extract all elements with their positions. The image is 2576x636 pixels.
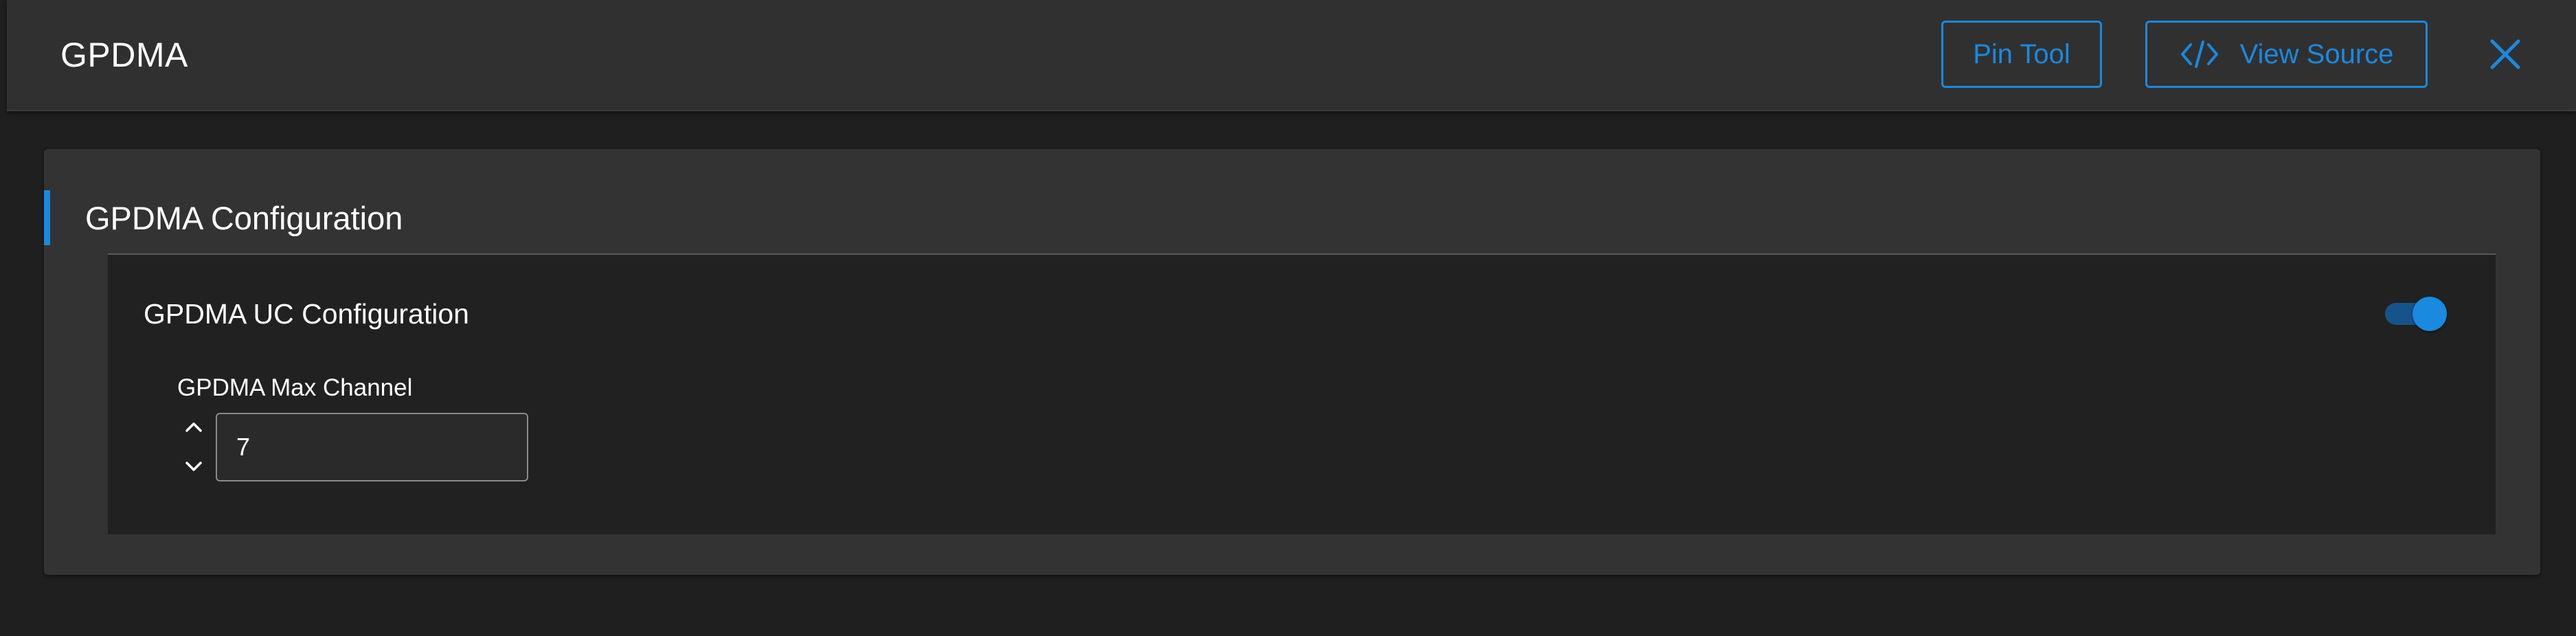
pin-tool-button[interactable]: Pin Tool bbox=[1941, 21, 2102, 88]
uc-configuration-toggle[interactable] bbox=[2385, 295, 2447, 334]
top-bar: GPDMA Pin Tool View Source bbox=[7, 0, 2576, 111]
section-title: GPDMA Configuration bbox=[85, 200, 403, 236]
toggle-thumb bbox=[2413, 297, 2447, 331]
decrement-chevron-down-icon[interactable] bbox=[183, 459, 204, 474]
max-channel-label: GPDMA Max Channel bbox=[177, 374, 413, 401]
view-source-button[interactable]: View Source bbox=[2145, 21, 2428, 88]
view-source-label: View Source bbox=[2239, 38, 2394, 69]
close-icon[interactable] bbox=[2488, 37, 2522, 71]
uc-configuration-panel: GPDMA UC Configuration GPDMA Max Channel bbox=[108, 253, 2496, 534]
page-title: GPDMA bbox=[60, 36, 188, 74]
gpdma-configuration-card: GPDMA Configuration GPDMA UC Configurati… bbox=[44, 149, 2540, 575]
pin-tool-label: Pin Tool bbox=[1973, 38, 2070, 69]
section-accent-bar bbox=[44, 190, 50, 245]
code-icon bbox=[2180, 41, 2218, 68]
uc-configuration-title: GPDMA UC Configuration bbox=[144, 298, 469, 330]
increment-chevron-up-icon[interactable] bbox=[183, 420, 204, 435]
max-channel-input[interactable] bbox=[216, 413, 528, 481]
